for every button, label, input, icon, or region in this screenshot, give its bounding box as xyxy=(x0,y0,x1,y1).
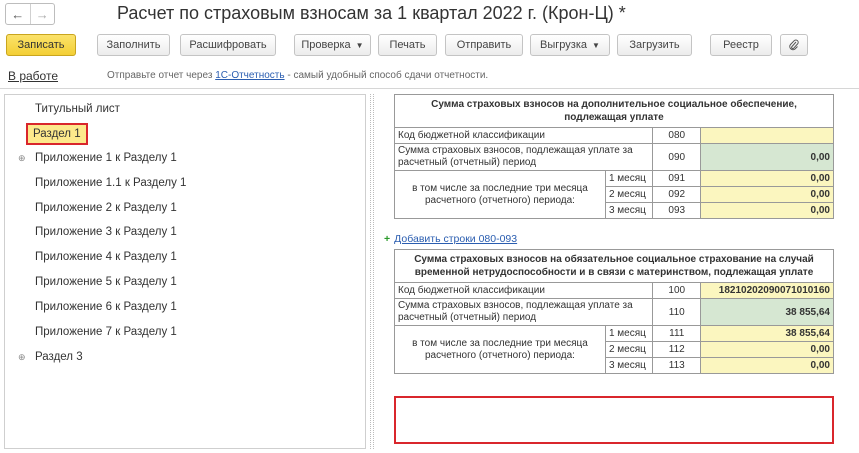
month-label: 2 месяц xyxy=(604,341,654,358)
sum-value[interactable]: 38 855,64 xyxy=(700,298,834,326)
line-code: 091 xyxy=(652,170,702,187)
section-title-page[interactable]: Титульный лист xyxy=(5,98,365,120)
check-label: Проверка xyxy=(301,39,351,51)
month-value-input[interactable]: 0,00 xyxy=(700,202,834,219)
info-message: Отправьте отчет через 1С-Отчетность - са… xyxy=(107,70,488,81)
info-text-after: - самый удобный способ сдачи отчетности. xyxy=(284,70,489,81)
block-header: Сумма страховых взносов на дополнительно… xyxy=(394,94,834,128)
month-label: 3 месяц xyxy=(604,202,654,219)
add-rows-link[interactable]: + Добавить строки 080-093 xyxy=(384,233,517,247)
section-1[interactable]: Раздел 1 xyxy=(5,123,365,145)
highlight-frame xyxy=(394,396,834,444)
section-appendix-4[interactable]: Приложение 4 к Разделу 1 xyxy=(5,246,365,268)
line-code: 080 xyxy=(652,127,702,144)
paperclip-icon xyxy=(789,39,799,51)
plus-icon: + xyxy=(384,233,391,245)
expand-icon[interactable]: ⊕ xyxy=(18,153,26,164)
toolbar: Записать Заполнить Расшифровать Проверка… xyxy=(0,31,859,59)
kbk-label: Код бюджетной классификации xyxy=(393,282,654,299)
reporting-link[interactable]: 1С-Отчетность xyxy=(215,70,284,81)
kbk-input[interactable] xyxy=(700,127,834,144)
panel-splitter[interactable] xyxy=(370,94,374,449)
section-label: Приложение 2 к Разделу 1 xyxy=(35,202,177,214)
attach-button[interactable] xyxy=(780,34,808,56)
registry-button[interactable]: Реестр xyxy=(710,34,772,56)
line-code: 092 xyxy=(652,186,702,203)
add-rows-label: Добавить строки 080-093 xyxy=(394,233,518,245)
kbk-label: Код бюджетной классификации xyxy=(393,127,654,144)
months-label: в том числе за последние три месяца расч… xyxy=(394,170,606,219)
sum-label: Сумма страховых взносов, подлежащая упла… xyxy=(393,298,654,326)
line-code: 093 xyxy=(652,202,702,219)
line-code: 111 xyxy=(652,325,702,342)
title-bar: ← → Расчет по страховым взносам за 1 ква… xyxy=(0,0,859,30)
load-button[interactable]: Загрузить xyxy=(617,34,692,56)
back-arrow-icon[interactable]: ← xyxy=(6,4,30,24)
nav-buttons: ← → xyxy=(5,3,55,25)
check-dropdown-button[interactable]: Проверка ▼ xyxy=(294,34,371,56)
section-appendix-3[interactable]: Приложение 3 к Разделу 1 xyxy=(5,221,365,243)
section-label: Приложение 6 к Разделу 1 xyxy=(35,301,177,313)
sum-value[interactable]: 0,00 xyxy=(700,143,834,171)
status-link[interactable]: В работе xyxy=(8,69,58,83)
expand-icon[interactable]: ⊕ xyxy=(18,352,26,363)
block-header: Сумма страховых взносов на обязательное … xyxy=(394,249,834,283)
sections-tree: Титульный лист Раздел 1 ⊕ Приложение 1 к… xyxy=(4,94,366,449)
month-value-input[interactable]: 0,00 xyxy=(700,341,834,358)
month-value-input[interactable]: 0,00 xyxy=(700,186,834,203)
section-label: Приложение 1.1 к Разделу 1 xyxy=(35,177,187,189)
export-dropdown-button[interactable]: Выгрузка ▼ xyxy=(530,34,610,56)
month-label: 2 месяц xyxy=(604,186,654,203)
months-label: в том числе за последние три месяца расч… xyxy=(394,325,606,374)
month-label: 1 месяц xyxy=(604,325,654,342)
section-label: Приложение 1 к Разделу 1 xyxy=(35,152,177,164)
print-button[interactable]: Печать xyxy=(378,34,437,56)
section-label: Приложение 3 к Разделу 1 xyxy=(35,226,177,238)
section-appendix-5[interactable]: Приложение 5 к Разделу 1 xyxy=(5,271,365,293)
kbk-input[interactable]: 18210202090071010160 xyxy=(700,282,834,299)
month-label: 1 месяц xyxy=(604,170,654,187)
caret-down-icon: ▼ xyxy=(592,40,600,50)
month-label: 3 месяц xyxy=(604,357,654,374)
month-value-input[interactable]: 38 855,64 xyxy=(700,325,834,342)
section-appendix-6[interactable]: Приложение 6 к Разделу 1 xyxy=(5,296,365,318)
section-appendix-2[interactable]: Приложение 2 к Разделу 1 xyxy=(5,197,365,219)
page-title: Расчет по страховым взносам за 1 квартал… xyxy=(117,3,626,23)
section-appendix-1[interactable]: ⊕ Приложение 1 к Разделу 1 xyxy=(5,147,365,169)
section-label: Приложение 4 к Разделу 1 xyxy=(35,251,177,263)
section-appendix-7[interactable]: Приложение 7 к Разделу 1 xyxy=(5,321,365,343)
record-button[interactable]: Записать xyxy=(6,34,76,56)
section-label: Раздел 3 xyxy=(35,351,83,363)
info-text-before: Отправьте отчет через xyxy=(107,70,216,81)
export-label: Выгрузка xyxy=(540,39,588,51)
sum-label: Сумма страховых взносов, подлежащая упла… xyxy=(393,143,654,171)
line-code: 113 xyxy=(652,357,702,374)
line-code: 110 xyxy=(652,298,702,326)
fill-button[interactable]: Заполнить xyxy=(97,34,170,56)
section-label: Приложение 5 к Разделу 1 xyxy=(35,276,177,288)
decode-button[interactable]: Расшифровать xyxy=(180,34,276,56)
section-label: Приложение 7 к Разделу 1 xyxy=(35,326,177,338)
info-bar: В работе Отправьте отчет через 1С-Отчетн… xyxy=(0,64,859,86)
block-100-113: Сумма страховых взносов на обязательное … xyxy=(393,249,834,374)
divider xyxy=(0,88,859,89)
line-code: 112 xyxy=(652,341,702,358)
send-button[interactable]: Отправить xyxy=(445,34,523,56)
report-form: Сумма страховых взносов на дополнительно… xyxy=(378,94,855,449)
line-code: 090 xyxy=(652,143,702,171)
block-080-093: Сумма страховых взносов на дополнительно… xyxy=(393,94,834,219)
month-value-input[interactable]: 0,00 xyxy=(700,357,834,374)
section-label: Раздел 1 xyxy=(26,123,88,145)
section-label: Титульный лист xyxy=(35,103,120,115)
section-appendix-1-1[interactable]: Приложение 1.1 к Разделу 1 xyxy=(5,172,365,194)
section-3[interactable]: ⊕ Раздел 3 xyxy=(5,346,365,368)
forward-arrow-icon[interactable]: → xyxy=(29,4,55,24)
line-code: 100 xyxy=(652,282,702,299)
month-value-input[interactable]: 0,00 xyxy=(700,170,834,187)
caret-down-icon: ▼ xyxy=(355,40,364,50)
